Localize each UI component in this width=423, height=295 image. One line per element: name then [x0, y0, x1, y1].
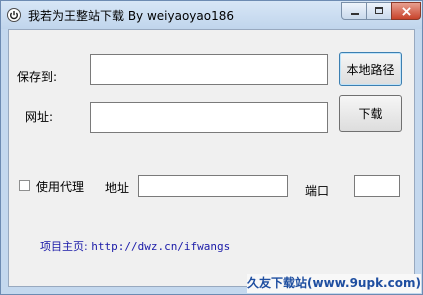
site-watermark: 久友下载站(www.9upk.com) [247, 274, 421, 293]
close-button[interactable] [391, 2, 421, 20]
app-window: 我若为王整站下载 By weiyaoyao186 保存到: 本地路径 网址: 下… [0, 0, 423, 295]
proxy-address-label: 地址 [105, 181, 130, 195]
use-proxy-label: 使用代理 [36, 180, 85, 194]
use-proxy-checkbox[interactable] [19, 180, 30, 191]
homepage-url: http://dwz.cn/ifwangs [91, 240, 231, 253]
maximize-icon [375, 7, 383, 14]
title-bar: 我若为王整站下载 By weiyaoyao186 [1, 1, 422, 29]
homepage-link[interactable]: 项目主页: http://dwz.cn/ifwangs [40, 238, 230, 254]
save-path-input[interactable] [90, 54, 328, 85]
power-icon [7, 8, 21, 22]
window-title: 我若为王整站下载 By weiyaoyao186 [28, 9, 234, 23]
save-path-label: 保存到: [17, 70, 58, 84]
url-label: 网址: [25, 110, 54, 124]
download-button[interactable]: 下载 [339, 95, 402, 132]
close-icon [402, 7, 411, 16]
proxy-port-input[interactable] [354, 175, 400, 197]
minimize-icon [351, 13, 359, 15]
proxy-port-label: 端口 [305, 184, 330, 198]
minimize-button[interactable] [341, 2, 367, 20]
main-panel: 保存到: 本地路径 网址: 下载 使用代理 地址 端口 项目主页: http:/… [8, 29, 415, 287]
maximize-button[interactable] [366, 2, 392, 20]
proxy-address-input[interactable] [138, 175, 288, 197]
homepage-label: 项目主页: [40, 240, 88, 253]
url-input[interactable] [90, 102, 328, 133]
browse-local-path-button[interactable]: 本地路径 [339, 52, 402, 86]
